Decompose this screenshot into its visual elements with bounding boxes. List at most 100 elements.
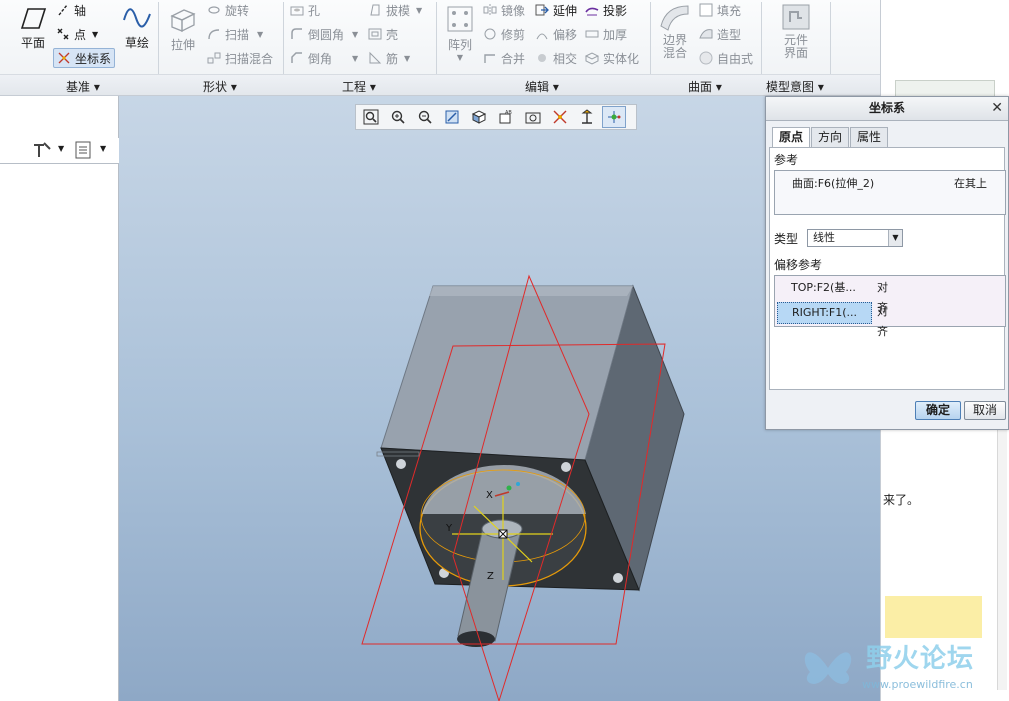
offset-references-label: 偏移参考 (774, 258, 823, 272)
plane-button[interactable]: 平面 (14, 6, 52, 51)
trim-label: 修剪 (501, 27, 526, 42)
reference-constraint[interactable]: 在其上 (954, 175, 987, 191)
references-label: 参考 (774, 153, 799, 167)
shell-icon (368, 28, 382, 40)
component-interface-button[interactable]: 元件 界面 (774, 2, 818, 60)
extend-label: 延伸 (553, 3, 578, 18)
trim-button[interactable]: 修剪 (483, 24, 525, 44)
ok-button[interactable]: 确定 (915, 401, 961, 420)
style-icon (699, 29, 713, 39)
sweep-button[interactable]: 扫描 ▼ (207, 24, 263, 44)
csys-button[interactable]: 坐标系 (53, 48, 116, 68)
boundary-blend-button[interactable]: 边界 混合 (655, 2, 695, 60)
tab-orientation[interactable]: 方向 (811, 127, 850, 147)
extrude-label: 拉伸 (170, 38, 195, 52)
show-filter-icon[interactable] (74, 141, 92, 162)
reference-item[interactable]: 曲面:F6(拉伸_2) (792, 175, 874, 191)
extrude-button[interactable]: 拉伸 (165, 4, 201, 53)
chevron-down-icon[interactable]: ▼ (352, 54, 358, 63)
group-label-surfaces[interactable]: 曲面 ▾ (688, 78, 722, 95)
offset-button[interactable]: 偏移 (535, 24, 577, 44)
point-icon (57, 28, 69, 40)
surfaces-group: 边界 混合 填充 造型 自由式 (651, 0, 761, 74)
mirror-button[interactable]: 镜像 (483, 0, 525, 20)
axis-label-x: X (486, 490, 493, 501)
tab-properties[interactable]: 属性 (850, 127, 889, 147)
chamfer-button[interactable]: 倒角 ▼ (290, 48, 358, 68)
group-label-engineering[interactable]: 工程 ▾ (342, 78, 376, 95)
csys-dialog: 坐标系 ✕ 原点 方向 属性 参考 曲面:F6(拉伸_2) 在其上 类型 线性 … (765, 96, 1009, 430)
plane-label: 平面 (20, 36, 45, 50)
trim-icon (484, 28, 496, 40)
round-label: 倒圆角 (308, 27, 345, 42)
merge-button[interactable]: 合并 (483, 48, 525, 68)
solidify-button[interactable]: 实体化 (585, 48, 639, 68)
offset-label: 偏移 (553, 27, 578, 42)
point-button[interactable]: 点 ▼ (56, 24, 98, 44)
cancel-button[interactable]: 取消 (964, 401, 1006, 420)
extrude-icon (170, 9, 196, 33)
chevron-down-icon[interactable]: ▼ (416, 6, 422, 15)
offset-icon (536, 33, 548, 40)
chevron-down-icon[interactable]: ▼ (100, 144, 106, 153)
tab-origin[interactable]: 原点 (772, 127, 811, 148)
close-icon[interactable]: ✕ (991, 97, 1003, 120)
swept-blend-label: 扫描混合 (225, 51, 274, 66)
intersect-label: 相交 (553, 51, 578, 66)
group-label-datum[interactable]: 基准 ▾ (66, 78, 100, 95)
style-label: 造型 (717, 27, 742, 42)
chevron-down-icon[interactable]: ▼ (92, 30, 98, 39)
revolve-button[interactable]: 旋转 (207, 0, 249, 20)
group-label-shape[interactable]: 形状 ▾ (203, 78, 237, 95)
sweep-label: 扫描 (225, 27, 250, 42)
model-tree-panel: ▼ ▼ (0, 96, 119, 701)
project-button[interactable]: 投影 (585, 0, 627, 20)
fill-button[interactable]: 填充 (699, 0, 741, 20)
solidify-label: 实体化 (603, 51, 640, 66)
chevron-down-icon[interactable]: ▼ (404, 54, 410, 63)
project-icon (585, 7, 599, 16)
shell-label: 壳 (386, 27, 399, 42)
chevron-down-icon[interactable]: ▼ (257, 30, 263, 39)
shell-button[interactable]: 壳 (368, 24, 398, 44)
thicken-button[interactable]: 加厚 (585, 24, 627, 44)
watermark-url: www.proewildfire.cn (862, 678, 973, 691)
chevron-down-icon[interactable]: ▼ (441, 53, 479, 62)
chevron-down-icon[interactable]: ▼ (352, 30, 358, 39)
tree-settings-icon[interactable] (32, 141, 52, 162)
pattern-button[interactable]: 阵列 ▼ (441, 4, 479, 62)
freestyle-label: 自由式 (717, 51, 754, 66)
references-list[interactable]: 曲面:F6(拉伸_2) 在其上 (774, 170, 1006, 215)
engineering-group: 孔 倒圆角 ▼ 倒角 ▼ 拔模 ▼ 壳 筋 ▼ (284, 0, 436, 74)
group-label-model-intent[interactable]: 模型意图 ▾ (766, 78, 824, 95)
axis-icon (58, 4, 68, 16)
group-label-editing[interactable]: 编辑 ▾ (525, 78, 559, 95)
thicken-label: 加厚 (603, 27, 628, 42)
round-button[interactable]: 倒圆角 ▼ (290, 24, 358, 44)
project-label: 投影 (603, 3, 628, 18)
component-interface-label-2: 界面 (783, 46, 808, 60)
swept-blend-button[interactable]: 扫描混合 (207, 48, 273, 68)
side-text: 来了。 (883, 493, 920, 507)
rib-button[interactable]: 筋 ▼ (368, 48, 410, 68)
draft-button[interactable]: 拔模 ▼ (368, 0, 422, 20)
sketch-button[interactable]: 草绘 (120, 4, 154, 51)
pattern-label: 阵列 (447, 38, 472, 52)
boundary-blend-icon (660, 5, 689, 31)
freestyle-button[interactable]: 自由式 (699, 48, 753, 68)
chevron-down-icon[interactable]: ▼ (58, 144, 64, 153)
axis-label-z: Z (487, 571, 494, 582)
style-button[interactable]: 造型 (699, 24, 741, 44)
dialog-tabs: 原点 方向 属性 (772, 127, 889, 148)
chevron-down-icon[interactable]: ▼ (888, 230, 902, 246)
extend-button[interactable]: 延伸 (535, 0, 577, 20)
butterfly-logo (804, 652, 852, 684)
axis-button[interactable]: 轴 (56, 0, 86, 20)
intersect-button[interactable]: 相交 (535, 48, 577, 68)
hole-button[interactable]: 孔 (290, 0, 320, 20)
sketch-label: 草绘 (124, 36, 149, 50)
model-tree-toolbar: ▼ ▼ (0, 138, 119, 164)
type-select[interactable]: 线性 ▼ (807, 229, 903, 247)
freestyle-icon (699, 51, 713, 65)
axis-label-y: Y (445, 523, 453, 534)
